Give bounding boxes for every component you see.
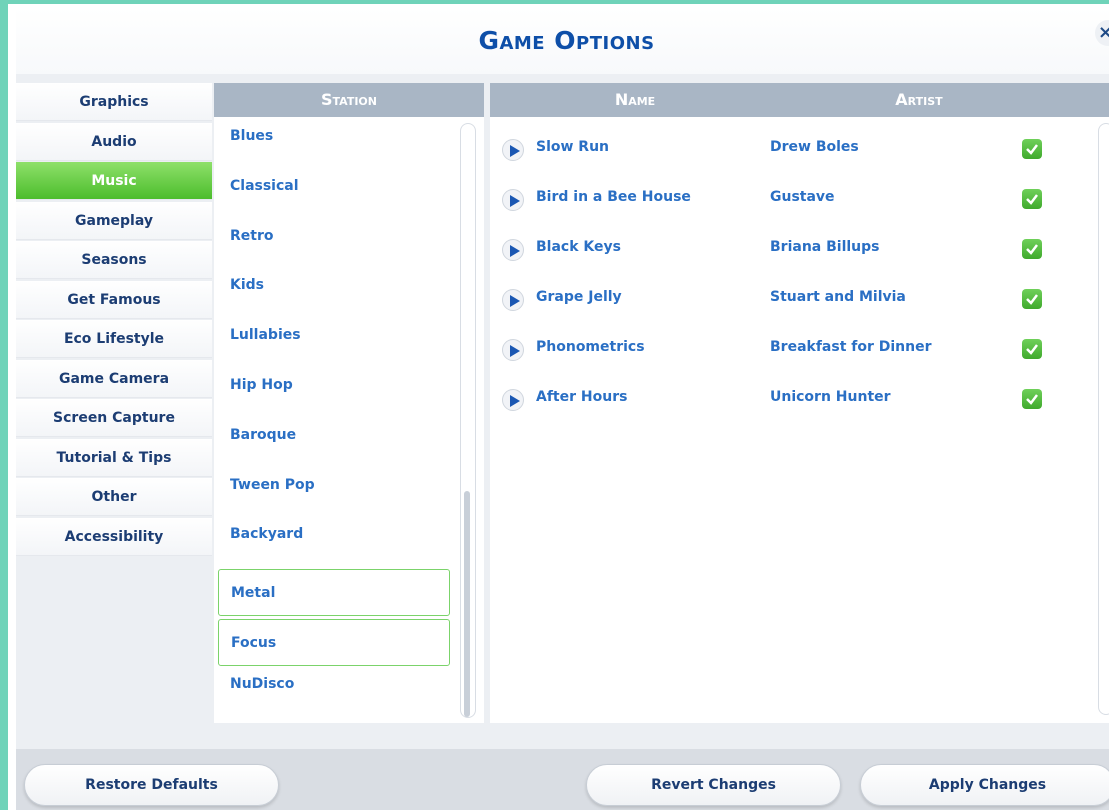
window-header: Game Options (16, 8, 1109, 74)
songs-scrollbar[interactable] (1098, 123, 1109, 715)
game-options-window: Game Options × Graphics Audio Music Gamepla… (0, 0, 1109, 810)
station-item[interactable]: Hip Hop (218, 370, 450, 417)
play-icon[interactable] (502, 139, 524, 161)
sidebar-item-audio[interactable]: Audio (16, 122, 212, 161)
sidebar-item-tutorial-tips[interactable]: Tutorial & Tips (16, 438, 212, 477)
checkbox-checked-icon[interactable] (1022, 389, 1042, 409)
sidebar-nav: Graphics Audio Music Gameplay Seasons Get Fam… (16, 83, 212, 557)
sidebar-item-music[interactable]: Music (16, 162, 212, 200)
station-item[interactable]: NuDisco (218, 669, 450, 716)
station-item[interactable]: Kids (218, 270, 450, 317)
station-item[interactable]: Metal (218, 569, 450, 617)
song-artist: Briana Billups (770, 239, 880, 255)
station-panel: Station Blues Classical Retro Kids Lullabies… (214, 83, 484, 723)
checkbox-checked-icon[interactable] (1022, 189, 1042, 209)
sidebar-item-get-famous[interactable]: Get Famous (16, 280, 212, 319)
song-name: Black Keys (536, 239, 621, 255)
station-item[interactable]: Baroque (218, 420, 450, 467)
station-item[interactable]: Tween Pop (218, 470, 450, 517)
apply-changes-button[interactable]: Apply Changes (860, 764, 1109, 806)
song-name: Bird in a Bee House (536, 189, 691, 205)
station-item[interactable]: Lullabies (218, 320, 450, 367)
play-icon[interactable] (502, 389, 524, 411)
sidebar-item-eco-lifestyle[interactable]: Eco Lifestyle (16, 320, 212, 358)
song-artist: Unicorn Hunter (770, 389, 891, 405)
song-artist: Breakfast for Dinner (770, 339, 932, 355)
song-row: Phonometrics Breakfast for Dinner (498, 325, 1078, 373)
checkbox-checked-icon[interactable] (1022, 289, 1042, 309)
play-icon[interactable] (502, 239, 524, 261)
play-icon[interactable] (502, 189, 524, 211)
song-row: Bird in a Bee House Gustave (498, 175, 1078, 223)
sidebar-item-other[interactable]: Other (16, 478, 212, 516)
station-item[interactable]: Backyard (218, 519, 450, 566)
song-artist: Stuart and Milvia (770, 289, 906, 305)
checkbox-checked-icon[interactable] (1022, 239, 1042, 259)
sidebar-item-accessibility[interactable]: Accessibility (16, 517, 212, 556)
revert-changes-button[interactable]: Revert Changes (586, 764, 841, 806)
close-button[interactable]: × (1095, 20, 1109, 46)
station-scrollbar-thumb[interactable] (464, 491, 470, 717)
song-row: Slow Run Drew Boles (498, 125, 1078, 173)
restore-defaults-button[interactable]: Restore Defaults (24, 764, 279, 806)
song-row: Black Keys Briana Billups (498, 225, 1078, 273)
songs-panel: Name Artist Slow Run Drew Boles Bird in a … (490, 83, 1109, 723)
song-name: After Hours (536, 389, 628, 405)
song-name: Slow Run (536, 139, 610, 155)
play-icon[interactable] (502, 339, 524, 361)
station-column-header: Station (214, 83, 484, 117)
station-item[interactable]: Classical (218, 171, 450, 218)
artist-column-header: Artist (895, 90, 943, 109)
song-name: Grape Jelly (536, 289, 622, 305)
sidebar-item-seasons[interactable]: Seasons (16, 241, 212, 279)
station-item[interactable]: Focus (218, 618, 450, 666)
station-list: Blues Classical Retro Kids Lullabies Hip Hop B… (218, 121, 450, 719)
page-title: Game Options (478, 26, 655, 55)
sidebar-item-gameplay[interactable]: Gameplay (16, 201, 212, 240)
sidebar-item-game-camera[interactable]: Game Camera (16, 359, 212, 398)
station-item[interactable]: Retro (218, 221, 450, 268)
station-item[interactable]: Blues (218, 121, 450, 168)
songs-table-header: Name Artist (490, 83, 1109, 117)
close-icon: × (1098, 22, 1109, 43)
song-row: After Hours Unicorn Hunter (498, 375, 1078, 423)
play-icon[interactable] (502, 289, 524, 311)
song-artist: Drew Boles (770, 139, 859, 155)
sidebar-item-screen-capture[interactable]: Screen Capture (16, 399, 212, 437)
song-row: Grape Jelly Stuart and Milvia (498, 275, 1078, 323)
name-column-header: Name (614, 90, 656, 109)
song-artist: Gustave (770, 189, 835, 205)
song-name: Phonometrics (536, 339, 645, 355)
checkbox-checked-icon[interactable] (1022, 339, 1042, 359)
checkbox-checked-icon[interactable] (1022, 139, 1042, 159)
sidebar-item-graphics[interactable]: Graphics (16, 83, 212, 121)
